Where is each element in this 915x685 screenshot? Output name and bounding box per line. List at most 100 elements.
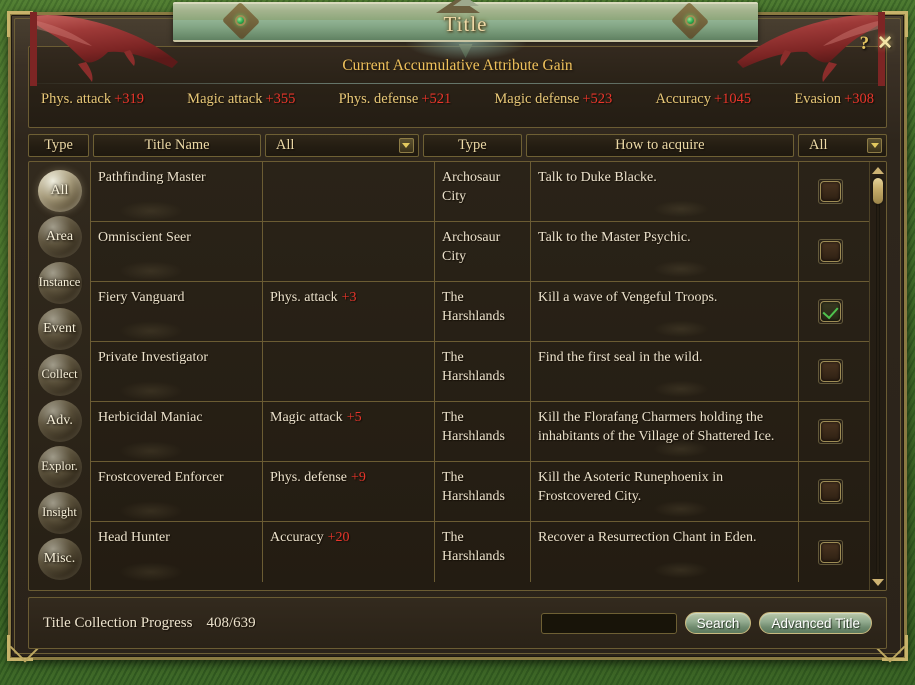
scrollbar-track[interactable]: [873, 178, 883, 574]
cell-attribute-value: +5: [346, 410, 362, 425]
checkbox-icon[interactable]: [817, 239, 843, 264]
main-body: All Area Instance Event Collect Adv. Exp…: [28, 161, 887, 591]
close-icon[interactable]: ✕: [877, 34, 893, 53]
cell-checkbox[interactable]: [799, 282, 861, 341]
scroll-down-arrow-icon[interactable]: [871, 576, 885, 588]
sidebar-item-collect[interactable]: Collect: [34, 352, 86, 397]
table-row[interactable]: Private Investigator The Harshlands Find…: [91, 342, 869, 402]
cell-title-name: Private Investigator: [91, 342, 263, 401]
cell-how-to-acquire: Kill the Asoteric Runephoenix in Frostco…: [531, 462, 799, 521]
title-table: Pathfinding Master Archosaur City Talk t…: [91, 162, 869, 590]
column-header-bar: Type Title Name All Type How to acquire …: [28, 134, 887, 157]
scroll-up-arrow-icon[interactable]: [871, 164, 885, 176]
checkbox-icon[interactable]: [817, 479, 843, 504]
sidebar-item-label: Misc.: [43, 550, 76, 566]
sidebar-item-label: Collect: [41, 367, 78, 381]
stat-value: +308: [844, 91, 874, 107]
table-row[interactable]: Pathfinding Master Archosaur City Talk t…: [91, 162, 869, 222]
checkbox-icon[interactable]: [817, 419, 843, 444]
stat-value: +355: [265, 91, 296, 107]
stat-value: +521: [421, 91, 452, 107]
footer-bar: Title Collection Progress 408/639 Search…: [28, 597, 887, 649]
scrollbar-thumb[interactable]: [873, 178, 883, 204]
sidebar-item-label: Insight: [42, 505, 77, 519]
cell-checkbox[interactable]: [799, 402, 861, 461]
cell-attribute-label: Magic attack: [270, 410, 343, 425]
cell-checkbox[interactable]: [799, 462, 861, 521]
cell-attribute: [263, 342, 435, 401]
checkbox-checked-icon[interactable]: [817, 299, 843, 324]
checkbox-icon[interactable]: [817, 539, 843, 565]
stat-label: Magic defense: [494, 91, 580, 107]
cell-attribute-value: +9: [351, 470, 366, 485]
cell-attribute-label: Accuracy: [270, 530, 324, 545]
filter-dropdown-right[interactable]: All: [798, 134, 887, 157]
checkbox-icon[interactable]: [817, 179, 843, 204]
help-icon[interactable]: ?: [860, 34, 870, 53]
sidebar-item-misc[interactable]: Misc.: [34, 536, 86, 581]
cell-checkbox[interactable]: [799, 162, 861, 221]
column-header-type-right[interactable]: Type: [422, 134, 522, 157]
search-button[interactable]: Search: [684, 612, 752, 634]
window-content: Current Accumulative Attribute Gain Phys…: [28, 46, 887, 649]
stat-label: Evasion: [794, 91, 842, 107]
cell-title-name: Herbicidal Maniac: [91, 402, 263, 461]
cell-checkbox[interactable]: [799, 222, 861, 281]
stat-magic-attack: Magic attack +355: [187, 91, 295, 108]
cell-how-to-acquire: Talk to Duke Blacke.: [531, 162, 799, 221]
table-row[interactable]: Herbicidal Maniac Magic attack +5 The Har…: [91, 402, 869, 462]
chevron-down-icon[interactable]: [867, 138, 882, 153]
cell-attribute-label: Phys. attack: [270, 290, 338, 305]
cell-title-name: Head Hunter: [91, 522, 263, 582]
progress-label: Title Collection Progress: [43, 614, 193, 631]
cell-attribute: Phys. defense +9: [263, 462, 435, 521]
stat-label: Accuracy: [655, 91, 711, 107]
sidebar-item-label: Adv.: [46, 412, 73, 428]
cell-type: The Harshlands: [435, 282, 531, 341]
cell-attribute-value: +20: [327, 530, 350, 545]
sidebar-item-label: Instance: [38, 275, 81, 289]
sidebar-item-insight[interactable]: Insight: [34, 490, 86, 535]
column-header-title-name[interactable]: Title Name: [93, 134, 261, 157]
table-row[interactable]: Fiery Vanguard Phys. attack +3 The Harshl…: [91, 282, 869, 342]
sidebar-item-all[interactable]: All: [34, 168, 86, 213]
column-header-how-to-acquire[interactable]: How to acquire: [525, 134, 795, 157]
titlebar-peak-inner: [452, 0, 479, 6]
cell-type: The Harshlands: [435, 522, 531, 582]
column-header-type-left[interactable]: Type: [28, 134, 90, 157]
search-input[interactable]: [540, 612, 677, 634]
table-row[interactable]: Omniscient Seer Archosaur City Talk to t…: [91, 222, 869, 282]
cell-type: The Harshlands: [435, 402, 531, 461]
cell-attribute: Phys. attack +3: [263, 282, 435, 341]
cell-title-name: Omniscient Seer: [91, 222, 263, 281]
sidebar-item-area[interactable]: Area: [34, 214, 86, 259]
checkbox-icon[interactable]: [817, 359, 843, 384]
cell-how-to-acquire: Find the first seal in the wild.: [531, 342, 799, 401]
advanced-title-button[interactable]: Advanced Title: [759, 612, 872, 634]
sidebar-item-adv[interactable]: Adv.: [34, 398, 86, 443]
table-scrollbar[interactable]: [869, 162, 886, 590]
table-row[interactable]: Head Hunter Accuracy +20 The Harshlands R…: [91, 522, 869, 582]
cell-how-to-acquire: Kill a wave of Vengeful Troops.: [531, 282, 799, 341]
stat-value: +523: [582, 91, 613, 107]
filter-dropdown-left[interactable]: All: [264, 134, 419, 157]
cell-attribute: Magic attack +5: [263, 402, 435, 461]
cell-checkbox[interactable]: [799, 522, 861, 582]
footer-controls: Search Advanced Title: [540, 612, 872, 634]
sidebar-item-explor[interactable]: Explor.: [34, 444, 86, 489]
stat-label: Magic attack: [187, 91, 263, 107]
sidebar-item-label: Explor.: [41, 459, 78, 473]
stat-label: Phys. defense: [338, 91, 419, 107]
cell-type: Archosaur City: [435, 162, 531, 221]
cell-title-name: Pathfinding Master: [91, 162, 263, 221]
cell-attribute-label: Phys. defense: [270, 470, 347, 485]
cell-checkbox[interactable]: [799, 342, 861, 401]
window-buttons: ? ✕: [860, 34, 893, 53]
title-table-container: Pathfinding Master Archosaur City Talk t…: [90, 161, 887, 591]
attribute-panel-divider: [30, 83, 885, 84]
cell-title-name: Frostcovered Enforcer: [91, 462, 263, 521]
sidebar-item-instance[interactable]: Instance: [34, 260, 86, 305]
sidebar-item-event[interactable]: Event: [34, 306, 86, 351]
table-row[interactable]: Frostcovered Enforcer Phys. defense +9 Th…: [91, 462, 869, 522]
chevron-down-icon[interactable]: [398, 138, 414, 153]
